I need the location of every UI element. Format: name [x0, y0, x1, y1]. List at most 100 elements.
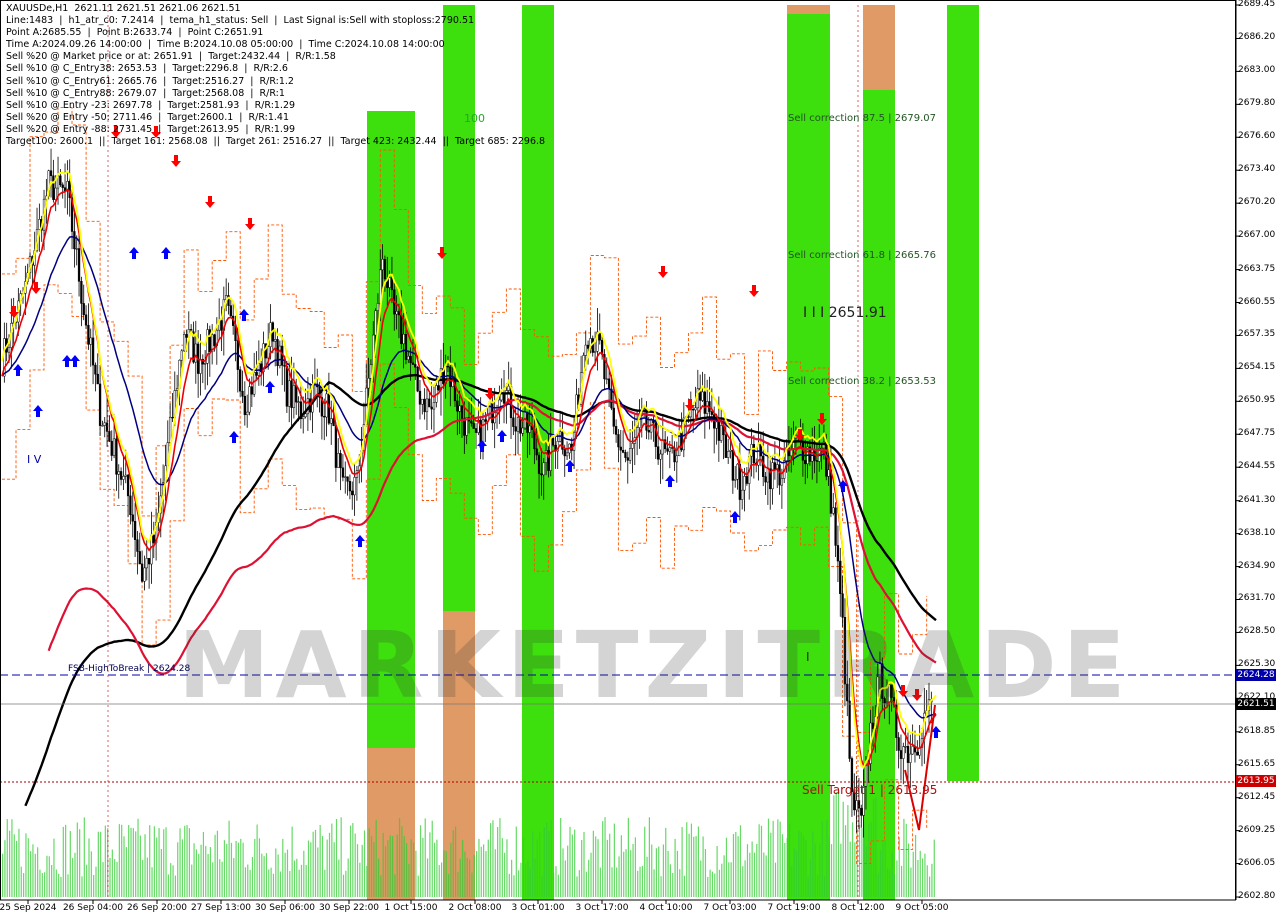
- volume-bar: [814, 843, 816, 897]
- candle-body: [430, 406, 433, 410]
- volume-bar: [471, 872, 473, 897]
- x-tick-label: 25 Sep 2024: [0, 903, 57, 913]
- candle-body: [383, 258, 387, 280]
- candle-body: [7, 347, 11, 353]
- volume-bar: [658, 846, 660, 897]
- candle-body: [710, 411, 713, 415]
- volume-bar: [646, 856, 648, 897]
- candle-body: [432, 402, 436, 410]
- volume-bar: [429, 832, 431, 897]
- volume-bar: [924, 853, 926, 897]
- volume-bar: [384, 846, 387, 897]
- volume-bar: [784, 842, 786, 897]
- x-tick-label: 26 Sep 04:00: [62, 903, 124, 913]
- candle-body: [376, 303, 380, 311]
- volume-bar: [457, 871, 459, 897]
- volume-bar: [193, 843, 195, 897]
- volume-bar: [625, 849, 627, 897]
- volume-bar: [550, 819, 552, 897]
- candle-body: [551, 438, 555, 446]
- info-line: Sell %20 @ Market price or at: 2651.91 |…: [6, 51, 336, 63]
- candle-body: [140, 563, 144, 582]
- candle-body: [87, 324, 90, 345]
- candle-body: [152, 534, 155, 544]
- candle-body: [484, 419, 487, 422]
- volume-bar: [637, 870, 639, 897]
- volume-bar: [412, 842, 415, 897]
- candle-body: [565, 452, 569, 457]
- volume-bar: [893, 874, 896, 897]
- volume-bar: [310, 842, 312, 897]
- volume-bar: [419, 825, 422, 897]
- volume-bar: [79, 829, 81, 897]
- volume-bar: [478, 838, 480, 897]
- volume-bar: [305, 865, 307, 897]
- volume-bar: [48, 856, 50, 897]
- volume-bar: [513, 875, 515, 897]
- volume-bar: [268, 869, 270, 897]
- candle-body: [453, 377, 457, 402]
- volume-bar: [200, 844, 202, 897]
- volume-bar: [212, 862, 214, 897]
- volume-bar: [90, 851, 92, 897]
- info-line: Sell %20 @ Entry -88: 2731.45 | Target:2…: [6, 123, 296, 135]
- volume-bar: [298, 869, 300, 897]
- candle-body: [390, 277, 394, 291]
- volume-bar: [186, 825, 188, 897]
- volume-bar: [146, 857, 148, 897]
- sell-correction-382-label: Sell correction 38.2 | 2653.53: [788, 376, 937, 387]
- volume-bar: [205, 845, 207, 897]
- candle-body: [668, 447, 671, 452]
- candle-body: [470, 420, 473, 424]
- volume-bar: [426, 858, 429, 897]
- candle-body: [229, 305, 232, 317]
- volume-bar: [683, 875, 686, 897]
- volume-bar: [583, 832, 585, 897]
- volume-bar: [247, 864, 249, 897]
- volume-bar: [55, 869, 57, 897]
- volume-bar: [223, 840, 226, 897]
- candle-body: [605, 378, 608, 380]
- volume-bar: [620, 835, 622, 897]
- volume-bar: [634, 837, 636, 897]
- volume-bar: [875, 797, 877, 897]
- candle-body: [827, 469, 830, 477]
- volume-bar: [20, 866, 22, 897]
- candle-body: [103, 422, 106, 426]
- volume-bar: [819, 843, 821, 897]
- volume-bar: [328, 832, 331, 897]
- y-tick-label: 2644.55: [1238, 461, 1276, 472]
- volume-bar: [753, 852, 756, 897]
- candle-body: [129, 495, 132, 516]
- candle-body: [540, 473, 543, 476]
- volume-bar: [546, 822, 548, 897]
- candle-body: [59, 175, 62, 186]
- volume-bar: [690, 823, 693, 897]
- volume-bar: [317, 847, 319, 897]
- candle-body: [871, 722, 875, 729]
- volume-bar: [324, 869, 326, 897]
- candle-body: [411, 362, 415, 365]
- candle-body: [829, 469, 833, 514]
- volume-bar: [359, 862, 361, 897]
- volume-bar: [487, 839, 489, 897]
- volume-bar: [910, 867, 912, 897]
- volume-bar: [704, 849, 707, 897]
- candle-body: [904, 746, 907, 748]
- volume-bar: [702, 836, 704, 897]
- candle-body: [778, 464, 781, 486]
- candle-body: [344, 476, 347, 478]
- volume-bar: [844, 825, 847, 897]
- volume-bar: [686, 822, 688, 897]
- volume-bar: [135, 831, 137, 897]
- candle-body: [274, 339, 277, 342]
- x-tick-label: 1 Oct 15:00: [384, 903, 438, 913]
- volume-bar: [170, 863, 172, 897]
- volume-bar: [16, 840, 18, 897]
- candle-body: [507, 385, 510, 391]
- volume-bar: [504, 852, 506, 897]
- y-tick-label: 2660.55: [1238, 296, 1276, 307]
- volume-bar: [300, 864, 303, 897]
- volume-bar: [354, 833, 356, 897]
- volume-bar: [249, 869, 251, 897]
